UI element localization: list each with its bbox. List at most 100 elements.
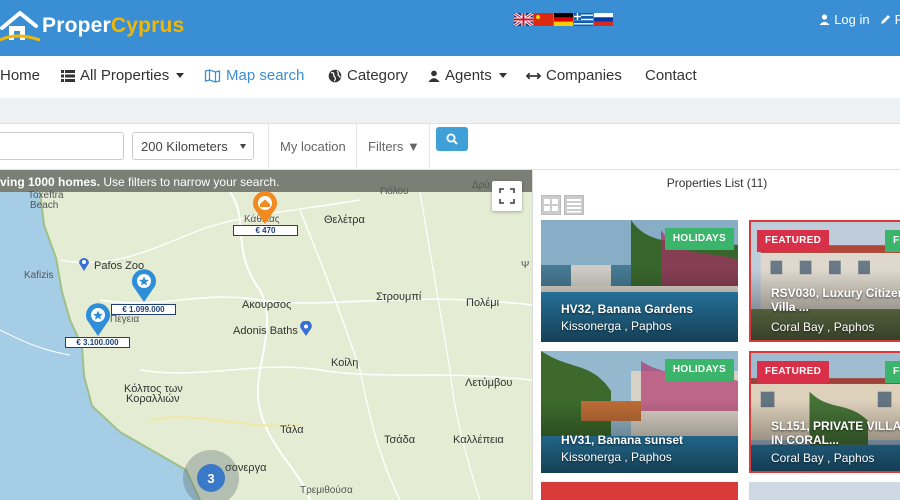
properties-list-panel: Properties List (11) HOLIDAYS HV32, Bana… <box>532 170 900 500</box>
property-price-tag[interactable]: € 470 <box>233 225 298 236</box>
list-icon <box>567 199 581 213</box>
user-icon <box>819 14 830 25</box>
russian-flag-icon[interactable] <box>594 13 613 26</box>
property-card-partial[interactable] <box>749 482 900 500</box>
map-place-label: Κοραλλιών <box>126 393 180 405</box>
nav-agents[interactable]: Agents <box>428 67 507 84</box>
property-price-tag[interactable]: € 1.099.000 <box>111 304 176 315</box>
poi-marker-icon <box>79 258 89 271</box>
property-location: Coral Bay , Paphos <box>771 320 875 334</box>
fullscreen-button[interactable] <box>492 181 522 211</box>
property-location: Kissonerga , Paphos <box>561 450 672 464</box>
nav-companies-label: Companies <box>546 67 622 84</box>
map-place-label: Τσάδα <box>384 434 416 446</box>
auth-links: Log in R <box>819 12 900 27</box>
arrows-horizontal-icon <box>526 72 541 79</box>
nav-all-properties[interactable]: All Properties <box>61 67 185 84</box>
map-place-label: Πέγεια <box>110 314 140 325</box>
property-title[interactable]: HV31, Banana sunset <box>561 433 736 447</box>
my-location-label: My location <box>280 138 346 154</box>
map-place-label: Kafizis <box>24 270 54 281</box>
grid-view-button[interactable] <box>541 195 561 215</box>
nav-agents-label: Agents <box>445 67 492 84</box>
holidays-badge: HOLIDAYS <box>664 359 734 381</box>
property-location: Coral Bay , Paphos <box>771 451 875 465</box>
login-label: Log in <box>834 12 870 27</box>
property-map[interactable]: ving 1000 homes. Use filters to narrow y… <box>0 170 532 500</box>
map-icon <box>204 68 221 83</box>
properties-list-title: Properties List (11) <box>666 176 768 190</box>
property-title[interactable]: SL151, PRIVATE VILLA IN CORAL... <box>771 419 900 447</box>
property-card[interactable]: HOLIDAYS HV32, Banana Gardens Kissonerga… <box>541 220 738 342</box>
map-place-label: Πολέμι <box>466 297 500 309</box>
my-location-button[interactable]: My location <box>280 132 346 160</box>
language-selector <box>514 13 613 26</box>
main-nav: Home All Properties Map search Category … <box>0 56 900 98</box>
nav-home-label: Home <box>0 67 41 84</box>
chevron-down-icon <box>498 73 507 78</box>
map-place-label: Θελέτρα <box>324 214 365 226</box>
nav-divider-band <box>0 98 900 124</box>
map-place-label: Ψ <box>521 260 530 271</box>
map-search-bar: 200 Kilometers My location Filters ▼ <box>0 124 900 170</box>
property-card-partial[interactable] <box>541 482 738 500</box>
for-sale-badge: FO <box>885 361 900 383</box>
property-pin-featured-icon[interactable] <box>84 302 112 336</box>
property-location: Kissonerga , Paphos <box>561 319 672 333</box>
toolbar-divider <box>429 124 430 170</box>
nav-contact[interactable]: Contact <box>645 67 697 84</box>
map-place-label: Beach <box>30 200 59 211</box>
login-link[interactable]: Log in <box>819 12 870 27</box>
map-place-label: Ακουρσος <box>242 299 292 311</box>
map-place-label: Δρύ <box>472 180 490 191</box>
property-price-tag[interactable]: € 3.100.000 <box>65 337 130 348</box>
chevron-down-icon <box>176 73 185 78</box>
property-card[interactable]: HOLIDAYS HV31, Banana sunset Kissonerga … <box>541 351 738 473</box>
property-title[interactable]: RSV030, Luxury Citizen Villa ... <box>771 286 900 314</box>
map-place-label: Στρουμπί <box>376 291 422 303</box>
distance-select-value: 200 Kilometers <box>141 139 228 154</box>
dropdown-arrow-icon <box>240 144 246 149</box>
featured-badge: FEATURED <box>757 361 830 383</box>
globe-icon <box>328 69 342 82</box>
property-pin-holiday-icon[interactable] <box>251 190 279 224</box>
nav-map-search[interactable]: Map search <box>204 67 304 84</box>
brand-logo[interactable]: ProperCyprus <box>0 6 184 46</box>
register-label: R <box>894 12 900 27</box>
location-search-input[interactable] <box>0 132 124 160</box>
list-icon <box>61 69 75 82</box>
search-button[interactable] <box>436 127 468 151</box>
map-place-label: Λετύμβου <box>465 377 513 389</box>
nav-map-search-label: Map search <box>226 67 305 84</box>
property-pin-featured-icon[interactable] <box>130 268 158 302</box>
chinese-flag-icon[interactable] <box>534 13 553 26</box>
toolbar-divider <box>268 124 269 170</box>
filters-label: Filters ▼ <box>368 138 420 154</box>
map-results-banner: ving 1000 homes. Use filters to narrow y… <box>0 170 532 192</box>
map-place-label: Καλλέπεια <box>453 434 504 446</box>
distance-select[interactable]: 200 Kilometers <box>132 132 254 160</box>
top-header: ProperCyprus Log in R <box>0 0 900 56</box>
map-place-label: Adonis Baths <box>233 325 298 337</box>
toolbar-divider <box>356 124 357 170</box>
nav-home[interactable]: Home <box>0 67 40 84</box>
register-link[interactable]: R <box>880 12 900 27</box>
nav-category[interactable]: Category <box>328 67 408 84</box>
property-card[interactable]: FEATURED FO RSV030, Luxury Citizen Villa… <box>749 220 900 342</box>
house-logo-icon <box>0 11 40 42</box>
german-flag-icon[interactable] <box>554 13 573 26</box>
featured-badge: FEATURED <box>757 230 830 252</box>
marker-cluster[interactable]: 3 <box>183 450 239 500</box>
list-view-button[interactable] <box>564 195 584 215</box>
english-flag-icon[interactable] <box>514 13 533 26</box>
grid-icon <box>544 199 558 211</box>
property-card[interactable]: FEATURED FO SL151, PRIVATE VILLA IN CORA… <box>749 351 900 473</box>
holidays-badge: HOLIDAYS <box>664 228 734 250</box>
map-place-label: Τρεμιθούσα <box>300 485 353 496</box>
property-title[interactable]: HV32, Banana Gardens <box>561 302 736 316</box>
map-place-label: Τάλα <box>280 424 304 436</box>
greek-flag-icon[interactable] <box>574 13 593 26</box>
nav-companies[interactable]: Companies <box>526 67 622 84</box>
filters-button[interactable]: Filters ▼ <box>368 132 420 160</box>
brand-name: ProperCyprus <box>42 14 185 37</box>
